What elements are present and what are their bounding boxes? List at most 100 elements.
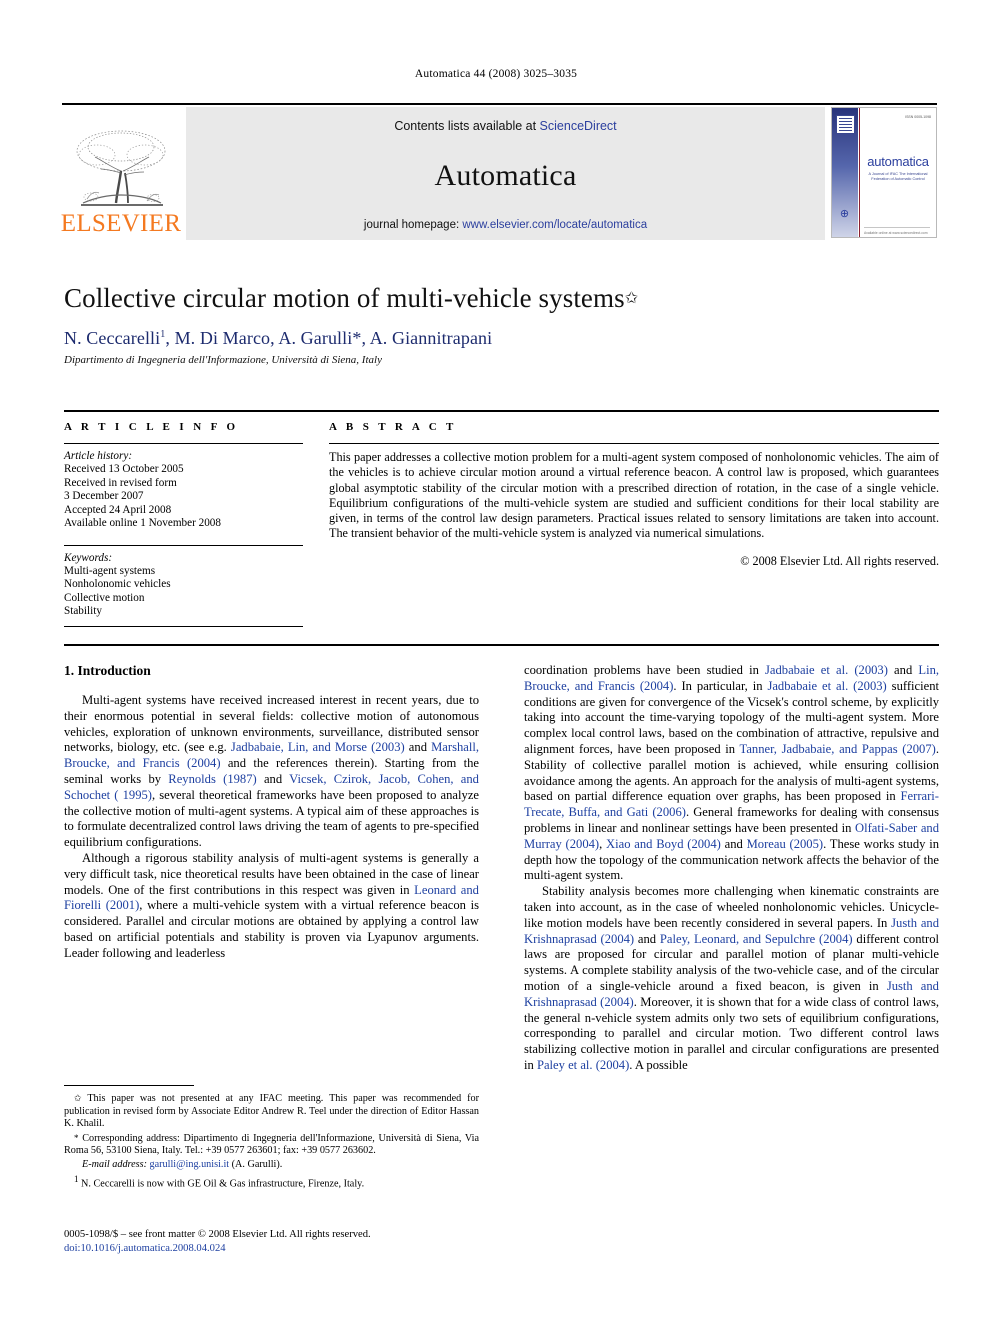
cover-journal-title: automatica [867,154,929,169]
author-1-marker[interactable]: 1 [160,329,165,340]
info-abstract-block: A R T I C L E I N F O Article history: R… [64,410,939,646]
ifac-logo-icon: ⊕ [839,208,850,220]
footnote-email: E-mail address: garulli@ing.unisi.it (A.… [64,1159,479,1172]
footnote-numbered-1: 1 N. Ceccarelli is now with GE Oil & Gas… [64,1173,479,1191]
masthead-center-panel: Contents lists available at ScienceDirec… [186,107,825,240]
doi-link[interactable]: doi:10.1016/j.automatica.2008.04.024 [64,1242,484,1256]
footnote-marker-1: * [74,1132,79,1143]
body-columns: 1. Introduction Multi-agent systems have… [64,663,939,1074]
section-title-introduction: 1. Introduction [64,663,151,678]
paper-title-text: Collective circular motion of multi-vehi… [64,283,625,313]
author-1: N. Ceccarelli [64,327,161,348]
footnote-marker-0: ✩ [74,1093,82,1103]
elsevier-logo: ELSEVIER [60,107,182,240]
cover-issn-code: ISSN 0005-1098 [905,115,931,119]
history-item-3: Accepted 24 April 2008 [64,503,172,516]
keyword-1: Nonholonomic vehicles [64,578,171,590]
journal-homepage-link[interactable]: www.elsevier.com/locate/automatica [462,219,647,231]
citation-link[interactable]: Xiao and Boyd (2004) [606,837,721,851]
article-info-column: A R T I C L E I N F O Article history: R… [64,421,319,633]
keywords-label: Keywords: [64,551,113,564]
keyword-0: Multi-agent systems [64,564,156,577]
homepage-prefix: journal homepage: [363,219,463,231]
keyword-3: Stability [64,605,102,617]
running-head: Automatica 44 (2008) 3025–3035 [414,68,578,80]
paragraph-left-0: Multi-agent systems have received increa… [64,693,479,851]
citation-link[interactable]: Paley, Leonard, and Sepulchre (2004) [660,932,853,946]
title-block: Collective circular motion of multi-vehi… [64,283,939,366]
paragraph-right-0: coordination problems have been studied … [524,663,939,884]
cover-bottom-text: Available online at www.sciencedirect.co… [864,231,928,235]
citation-link[interactable]: Moreau (2005) [747,837,824,851]
footnote-corresponding-address: * Corresponding address: Dipartimento di… [64,1132,479,1158]
footnote-text-2: N. Ceccarelli is now with GE Oil & Gas i… [81,1177,365,1189]
elsevier-wordmark: ELSEVIER [60,210,182,237]
citation-link[interactable]: Jadbabaie, Lin, and Morse (2003) [231,740,405,754]
paragraph-text-run: and [720,836,747,851]
abstract-text: This paper addresses a collective motion… [329,450,939,541]
citation-link[interactable]: Reynolds (1987) [168,772,256,786]
citation-link[interactable]: Jadbabaie et al. (2003) [765,663,888,677]
title-footnote-marker[interactable]: ✩ [625,290,639,307]
footnote-block: ✩ This paper was not presented at any IF… [64,1085,479,1192]
abstract-copyright: © 2008 Elsevier Ltd. All rights reserved… [740,553,939,568]
cover-vertical-rule [859,108,860,237]
email-label: E-mail address: [82,1158,147,1170]
article-history-label: Article history: [64,450,133,462]
footnote-text-1: Corresponding address: Dipartimento di I… [64,1132,479,1157]
issn-line: 0005-1098/$ – see front matter © 2008 El… [64,1229,371,1240]
affiliation: Dipartimento di Ingegneria dell'Informaz… [64,353,382,366]
history-item-0: Received 13 October 2005 [64,463,184,475]
paragraph-text-run: and [887,663,919,677]
footnote-text-0: This paper was not presented at any IFAC… [64,1093,479,1130]
history-item-4: Available online 1 November 2008 [64,517,221,529]
sciencedirect-link[interactable]: ScienceDirect [540,119,617,133]
journal-cover-thumbnail: ⊕ ISSN 0005-1098 automatica A Journal of… [831,107,937,238]
abstract-heading: A B S T R A C T [329,421,457,433]
paragraph-text-run: . In particular, in [673,678,768,693]
paragraph-text-run: coordination problems have been studied … [524,663,765,677]
author-2: M. Di Marco [174,327,271,348]
footnote-star-paper: ✩ This paper was not presented at any IF… [64,1092,479,1131]
paragraph-text-run: , [599,836,607,851]
article-info-rule-top [64,443,303,444]
abstract-column: A B S T R A C T This paper addresses a c… [319,421,939,633]
email-owner: (A. Garulli). [231,1158,283,1170]
paragraph-text-run: and [404,740,432,755]
article-info-rule-mid [64,544,303,546]
footnote-rule [64,1085,194,1086]
paragraph-text-run: . A possible [629,1057,688,1072]
author-4: A. Giannitrapani [369,327,493,348]
author-list: N. Ceccarelli1, M. Di Marco, A. Garulli*… [64,327,493,348]
history-item-2: 3 December 2007 [64,490,144,502]
journal-homepage-line: journal homepage: www.elsevier.com/locat… [364,219,647,231]
cover-divider [864,227,930,228]
contents-available-line: Contents lists available at ScienceDirec… [394,119,616,133]
article-info-heading: A R T I C L E I N F O [64,421,239,433]
article-info-rule-bottom [64,625,303,627]
imprint-block: 0005-1098/$ – see front matter © 2008 El… [64,1228,484,1255]
footnote-marker-2: 1 [74,1173,79,1184]
abstract-rule [329,443,939,444]
body-column-right: coordination problems have been studied … [524,663,939,1074]
paragraph-text-run: and [256,771,290,786]
citation-link[interactable]: Tanner, Jadbabaie, and Pappas (2007) [740,742,936,756]
citation-link[interactable]: Jadbabaie et al. (2003) [767,679,886,693]
paragraph-text-run: and [634,931,660,946]
paragraph-right-1: Stability analysis becomes more challeng… [524,884,939,1074]
email-link[interactable]: garulli@ing.unisi.it [150,1159,230,1170]
contents-prefix: Contents lists available at [394,119,540,133]
paragraph-text-run: Stability analysis becomes more challeng… [524,884,939,930]
keyword-2: Collective motion [64,591,145,604]
journal-masthead: ELSEVIER Contents lists available at Sci… [60,103,937,240]
citation-link[interactable]: Paley et al. (2004) [537,1058,629,1072]
author-3: A. Garulli [278,327,353,348]
elsevier-tree-icon [67,127,175,213]
author-3-marker[interactable]: * [352,328,361,348]
paragraph-left-1: Although a rigorous stability analysis o… [64,851,479,962]
history-item-1: Received in revised form [64,476,177,489]
journal-title: Automatica [434,159,577,192]
cover-publisher-logo-icon [836,115,855,134]
cover-journal-subtitle: A Journal of IFAC The International Fede… [868,172,928,181]
